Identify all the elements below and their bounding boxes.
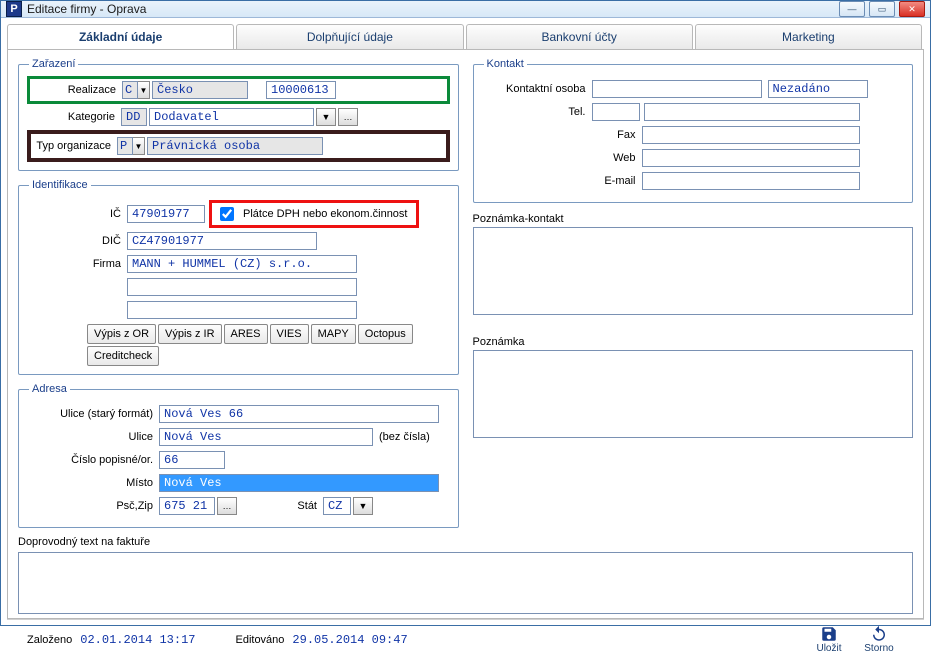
label-osoba: Kontaktní osoba — [482, 83, 592, 95]
pozn-kontakt-textarea[interactable] — [473, 227, 914, 315]
tab-bank[interactable]: Bankovní účty — [466, 24, 693, 49]
typorg-name: Právnická osoba — [147, 137, 323, 155]
btn-ares[interactable]: ARES — [224, 324, 268, 344]
label-dic: DIČ — [27, 235, 127, 247]
value-zalozeno: 02.01.2014 13:17 — [80, 633, 195, 647]
close-button[interactable]: ✕ — [899, 1, 925, 17]
platce-dph-checkbox[interactable]: Plátce DPH nebo ekonom.činnost — [216, 204, 407, 224]
label-misto: Místo — [27, 477, 159, 489]
label-uliceold: Ulice (starý formát) — [27, 408, 159, 420]
typorg-code-dropdown[interactable]: ▼ — [117, 137, 145, 155]
kategorie-name: Dodavatel — [149, 108, 314, 126]
label-fax: Fax — [482, 129, 642, 141]
firma-line3-input[interactable] — [127, 301, 357, 319]
tab-marketing[interactable]: Marketing — [695, 24, 922, 49]
tel-prefix-input[interactable] — [592, 103, 640, 121]
label-ic: IČ — [27, 208, 127, 220]
group-identifikace: Identifikace IČ Plátce DPH nebo ekonom.č… — [18, 179, 459, 375]
label-firma: Firma — [27, 258, 127, 270]
psc-input[interactable] — [159, 497, 215, 515]
osoba-input[interactable] — [592, 80, 762, 98]
stat-input[interactable] — [323, 497, 351, 515]
realizace-number: 10000613 — [266, 81, 336, 99]
save-button[interactable]: Uložit — [804, 625, 854, 654]
window-title: Editace firmy - Oprava — [27, 2, 146, 16]
btn-creditcheck[interactable]: Creditcheck — [87, 346, 159, 366]
legend-ident: Identifikace — [29, 179, 91, 191]
osoba-nezadano: Nezadáno — [768, 80, 868, 98]
tab-page: Zařazení Realizace ▼ Česko 10000613 Kate… — [7, 49, 924, 619]
label-pozn: Poznámka — [473, 336, 914, 348]
save-icon — [820, 625, 838, 643]
btn-vies[interactable]: VIES — [270, 324, 309, 344]
label-pozn-kontakt: Poznámka-kontakt — [473, 213, 914, 225]
footer: Založeno 02.01.2014 13:17 Editováno 29.0… — [7, 619, 924, 659]
label-faktura-text: Doprovodný text na faktuře — [18, 536, 459, 548]
email-input[interactable] — [642, 172, 860, 190]
ic-input[interactable] — [127, 205, 205, 223]
kategorie-code: DD — [121, 108, 147, 126]
label-realizace: Realizace — [34, 84, 122, 96]
ulice-input[interactable] — [159, 428, 373, 446]
label-typorg: Typ organizace — [35, 140, 117, 152]
title-bar: P Editace firmy - Oprava — ▭ ✕ — [1, 1, 930, 18]
btn-octopus[interactable]: Octopus — [358, 324, 413, 344]
legend-adresa: Adresa — [29, 383, 70, 395]
label-stat: Stát — [257, 500, 323, 512]
pozn-textarea[interactable] — [473, 350, 914, 438]
firma-line2-input[interactable] — [127, 278, 357, 296]
tab-additional[interactable]: Dolpňující údaje — [236, 24, 463, 49]
undo-icon — [870, 625, 888, 643]
realizace-code-dropdown[interactable]: ▼ — [122, 81, 150, 99]
group-adresa: Adresa Ulice (starý formát) Ulice (bez č… — [18, 383, 459, 528]
label-editovano: Editováno — [235, 634, 284, 646]
web-input[interactable] — [642, 149, 860, 167]
group-kontakt: Kontakt Kontaktní osoba Nezadáno Tel. Fa… — [473, 58, 914, 203]
group-zarazeni: Zařazení Realizace ▼ Česko 10000613 Kate… — [18, 58, 459, 171]
chevron-down-icon[interactable]: ▼ — [138, 81, 150, 99]
firma-input[interactable] — [127, 255, 357, 273]
misto-input[interactable]: Nová Ves — [159, 474, 439, 492]
realizace-name: Česko — [152, 81, 248, 99]
cancel-button[interactable]: Storno — [854, 625, 904, 654]
label-ulice: Ulice — [27, 431, 159, 443]
chevron-down-icon[interactable]: ▼ — [133, 137, 145, 155]
platce-label: Plátce DPH nebo ekonom.činnost — [243, 208, 407, 220]
btn-vypis-ir[interactable]: Výpis z IR — [158, 324, 222, 344]
uliceold-input[interactable] — [159, 405, 439, 423]
psc-lookup-button[interactable]: … — [217, 497, 237, 515]
label-tel: Tel. — [482, 106, 592, 118]
maximize-button[interactable]: ▭ — [869, 1, 895, 17]
label-zalozeno: Založeno — [27, 634, 72, 646]
app-icon: P — [6, 1, 22, 17]
btn-mapy[interactable]: MAPY — [311, 324, 356, 344]
legend-kontakt: Kontakt — [484, 58, 527, 70]
cp-input[interactable] — [159, 451, 225, 469]
legend-zarazeni: Zařazení — [29, 58, 78, 70]
kategorie-more-button[interactable]: … — [338, 108, 358, 126]
label-cp: Číslo popisné/or. — [27, 454, 159, 466]
label-email: E-mail — [482, 175, 642, 187]
tel-input[interactable] — [644, 103, 860, 121]
stat-dropdown-button[interactable]: ▼ — [353, 497, 373, 515]
label-psc: Psč,Zip — [27, 500, 159, 512]
label-bezcisla: (bez čísla) — [379, 431, 430, 443]
tab-bar: Základní údaje Dolpňující údaje Bankovní… — [7, 24, 924, 49]
dic-input[interactable] — [127, 232, 317, 250]
fax-input[interactable] — [642, 126, 860, 144]
btn-vypis-or[interactable]: Výpis z OR — [87, 324, 156, 344]
minimize-button[interactable]: — — [839, 1, 865, 17]
value-editovano: 29.05.2014 09:47 — [292, 633, 407, 647]
label-web: Web — [482, 152, 642, 164]
lookup-buttons: Výpis z OR Výpis z IR ARES VIES MAPY Oct… — [87, 324, 450, 366]
tab-basic[interactable]: Základní údaje — [7, 24, 234, 49]
kategorie-dropdown-button[interactable]: ▼ — [316, 108, 336, 126]
label-kategorie: Kategorie — [27, 111, 121, 123]
app-window: P Editace firmy - Oprava — ▭ ✕ Základní … — [0, 0, 931, 626]
faktura-textarea[interactable] — [18, 552, 913, 614]
